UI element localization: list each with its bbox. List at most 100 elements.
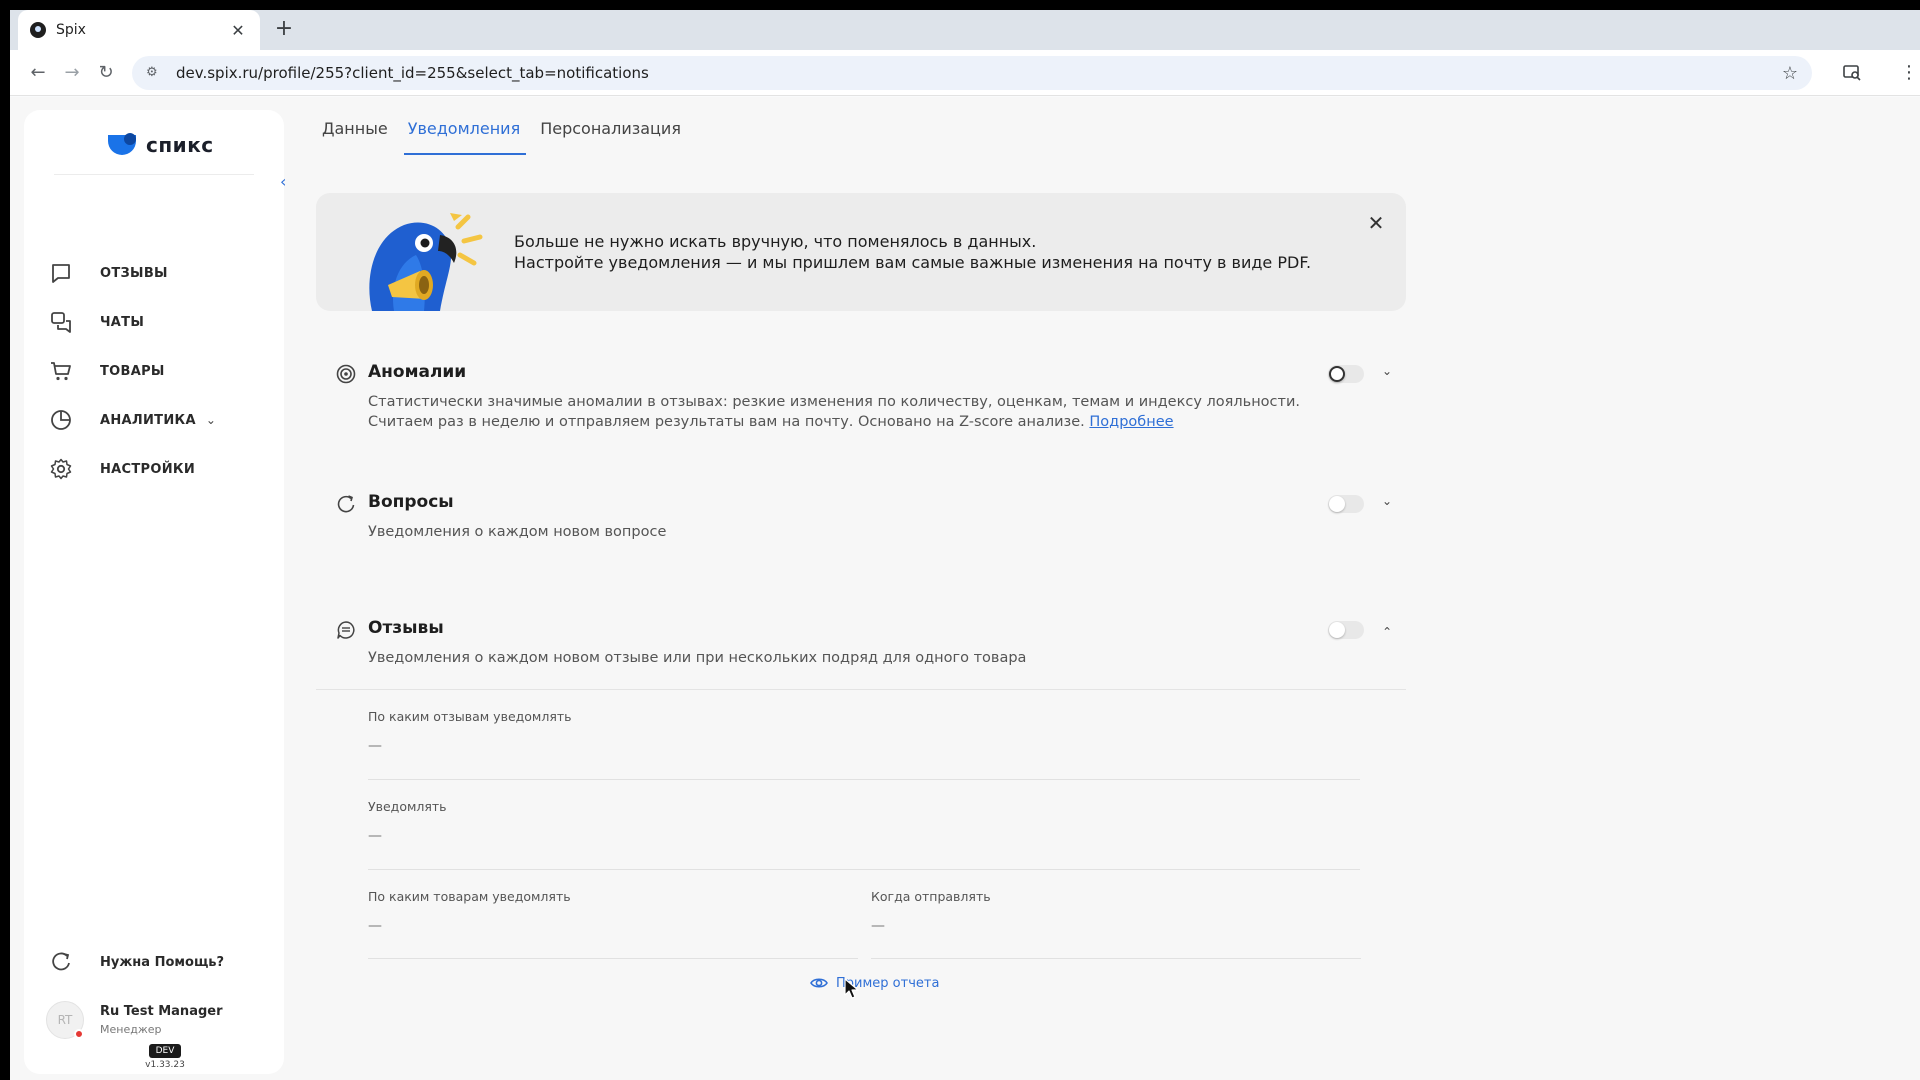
section-description: Уведомления о каждом новом вопросе xyxy=(368,524,667,540)
help-label: Нужна Помощь? xyxy=(100,954,225,970)
section-divider xyxy=(316,689,1406,690)
field-notify[interactable]: Уведомлять — xyxy=(368,799,447,844)
app-root: спикс ‹ ОТЗЫВЫ ЧАТЫ ТОВАРЫ АНАЛИТИКА ⌄ Н… xyxy=(10,97,1920,1080)
section-title: Вопросы xyxy=(368,492,454,512)
user-name: Ru Test Manager xyxy=(100,1004,223,1019)
section-reviews: Отзывы ⌄ Уведомления о каждом новом отзы… xyxy=(336,618,1398,668)
sidebar-item-label: ТОВАРЫ xyxy=(100,363,165,379)
help-link[interactable]: Нужна Помощь? xyxy=(50,951,224,973)
sidebar-item-analytics[interactable]: АНАЛИТИКА ⌄ xyxy=(50,404,280,436)
field-value: — xyxy=(368,828,382,844)
banner-line-2: Настройте уведомления — и мы пришлем вам… xyxy=(514,253,1312,272)
user-role: Менеджер xyxy=(100,1023,162,1036)
pie-chart-icon xyxy=(51,410,71,430)
field-when-send[interactable]: Когда отправлять — xyxy=(871,889,991,934)
close-banner-icon[interactable]: ✕ xyxy=(1366,213,1386,233)
learn-more-link[interactable]: Подробнее xyxy=(1089,414,1173,430)
field-label: По каким отзывам уведомлять xyxy=(368,709,572,724)
field-which-products[interactable]: По каким товарам уведомлять — xyxy=(368,889,571,934)
env-badge: DEV xyxy=(149,1044,181,1058)
field-label: По каким товарам уведомлять xyxy=(368,889,571,904)
spix-logo[interactable]: спикс xyxy=(108,130,214,160)
sidebar-item-settings[interactable]: НАСТРОЙКИ xyxy=(50,453,280,485)
reviews-icon xyxy=(337,621,355,639)
questions-toggle[interactable] xyxy=(1328,495,1364,513)
chevron-down-icon[interactable]: ⌄ xyxy=(1382,494,1392,508)
logo-text: спикс xyxy=(146,133,214,157)
field-label: Уведомлять xyxy=(368,799,447,814)
reviews-toggle[interactable] xyxy=(1328,621,1364,639)
toggle-knob xyxy=(1329,622,1345,638)
section-description: Уведомления о каждом новом отзыве или пр… xyxy=(368,650,1027,666)
section-anomalies: Аномалии ⌄ Статистически значимые аномал… xyxy=(336,362,1398,442)
new-tab-button[interactable]: + xyxy=(272,18,296,42)
field-value: — xyxy=(368,918,382,934)
gear-icon xyxy=(50,458,72,480)
back-arrow-icon[interactable]: ← xyxy=(26,61,50,85)
mouse-cursor-icon xyxy=(844,978,859,999)
tab-strip: Spix ✕ + xyxy=(10,10,1920,50)
collapse-sidebar-icon[interactable]: ‹ xyxy=(280,174,296,190)
banner-text: Больше не нужно искать вручную, что поме… xyxy=(514,231,1311,273)
help-chat-icon xyxy=(52,952,70,971)
reload-icon[interactable]: ↻ xyxy=(94,61,118,85)
field-value: — xyxy=(871,918,885,934)
tab-personalization[interactable]: Персонализация xyxy=(540,113,681,153)
tab-title: Spix xyxy=(56,22,86,38)
address-bar[interactable]: ⚙ dev.spix.ru/profile/255?client_id=255&… xyxy=(132,56,1812,90)
sidebar-item-chats[interactable]: ЧАТЫ xyxy=(50,306,280,338)
alert-badge-icon xyxy=(74,1029,84,1039)
field-value: — xyxy=(368,738,382,754)
chevron-down-icon[interactable]: ⌄ xyxy=(1382,364,1392,378)
sidebar-item-label: ОТЗЫВЫ xyxy=(100,265,168,281)
app-version: v1.33.23 xyxy=(145,1060,185,1070)
anomalies-toggle[interactable] xyxy=(1328,365,1364,383)
section-title: Аномалии xyxy=(368,362,467,382)
message-square-icon xyxy=(52,264,70,283)
bookmark-star-icon[interactable]: ☆ xyxy=(1782,63,1798,84)
field-underline xyxy=(871,958,1361,959)
section-description: Статистически значимые аномалии в отзыва… xyxy=(368,392,1318,432)
sidebar-item-label: АНАЛИТИКА xyxy=(100,412,196,428)
spix-favicon-icon xyxy=(30,22,46,38)
site-settings-icon[interactable]: ⚙ xyxy=(146,65,162,81)
sidebar-item-reviews[interactable]: ОТЗЫВЫ xyxy=(50,257,280,289)
toggle-knob xyxy=(1329,496,1345,512)
tab-search-icon[interactable] xyxy=(1842,62,1862,82)
url-text: dev.spix.ru/profile/255?client_id=255&se… xyxy=(176,64,649,82)
section-title: Отзывы xyxy=(368,618,444,638)
forward-arrow-icon[interactable]: → xyxy=(60,61,84,85)
field-label: Когда отправлять xyxy=(871,889,991,904)
logo-divider xyxy=(54,174,254,175)
field-underline xyxy=(368,779,1360,780)
tab-notifications[interactable]: Уведомления xyxy=(403,113,526,155)
profile-tabs: Данные Уведомления Персонализация xyxy=(322,113,701,155)
chevron-down-icon[interactable]: ⌄ xyxy=(206,413,216,427)
section-questions: Вопросы ⌄ Уведомления о каждом новом воп… xyxy=(336,492,1398,542)
report-example-link[interactable]: Пример отчета xyxy=(810,974,939,992)
chevron-up-icon[interactable]: ⌄ xyxy=(1382,624,1392,638)
browser-menu-icon[interactable]: ⋮ xyxy=(1900,62,1918,83)
logo-bird-icon xyxy=(108,133,140,157)
anomalies-icon xyxy=(336,364,356,384)
close-tab-icon[interactable]: ✕ xyxy=(228,21,248,40)
sidebar-item-products[interactable]: ТОВАРЫ xyxy=(50,355,280,387)
cart-icon xyxy=(51,362,71,381)
field-underline xyxy=(368,869,1360,870)
banner-line-1: Больше не нужно искать вручную, что поме… xyxy=(514,232,1037,251)
questions-icon xyxy=(337,495,355,513)
field-underline xyxy=(368,958,858,959)
browser-tab[interactable]: Spix ✕ xyxy=(18,10,260,50)
parrot-megaphone-illustration xyxy=(369,213,483,311)
browser-window: Spix ✕ + ← → ↻ ⚙ dev.spix.ru/profile/255… xyxy=(10,10,1920,1080)
sidebar-item-label: ЧАТЫ xyxy=(100,314,145,330)
notifications-banner: Больше не нужно искать вручную, что поме… xyxy=(316,193,1406,311)
field-which-reviews[interactable]: По каким отзывам уведомлять — xyxy=(368,709,572,754)
chats-icon xyxy=(51,312,71,333)
sidebar: спикс ‹ ОТЗЫВЫ ЧАТЫ ТОВАРЫ АНАЛИТИКА ⌄ Н… xyxy=(24,110,286,1074)
browser-toolbar: ← → ↻ ⚙ dev.spix.ru/profile/255?client_i… xyxy=(10,50,1920,96)
eye-icon xyxy=(810,978,828,988)
tab-data[interactable]: Данные xyxy=(322,113,388,153)
toggle-knob xyxy=(1329,366,1345,382)
sidebar-item-label: НАСТРОЙКИ xyxy=(100,461,196,477)
